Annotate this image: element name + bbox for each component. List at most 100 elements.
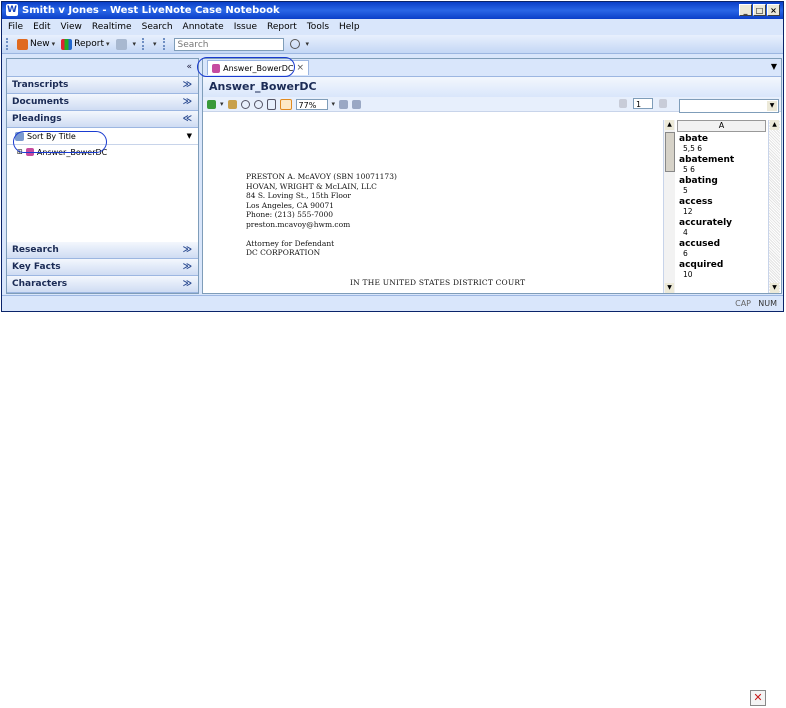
menu-report[interactable]: Report [267, 22, 297, 32]
list-item[interactable]: acquired 10 [677, 260, 766, 279]
close-window-button[interactable]: × [767, 4, 780, 16]
menu-issue[interactable]: Issue [234, 22, 257, 32]
menu-bar: File Edit View Realtime Search Annotate … [2, 19, 783, 35]
doc-line: 84 S. Loving St., 15th Floor [246, 191, 352, 200]
menu-realtime[interactable]: Realtime [92, 22, 132, 32]
section-documents[interactable]: Documents ≫ [7, 94, 198, 111]
search-icon[interactable] [289, 39, 300, 49]
report-icon [61, 38, 73, 50]
rotate-left-icon[interactable] [339, 99, 349, 109]
close-tab-icon[interactable]: × [296, 63, 304, 73]
index-term: abatement [679, 155, 735, 165]
section-label: Transcripts [12, 80, 69, 90]
index-term: abate [679, 134, 708, 144]
maximize-button[interactable]: □ [753, 4, 766, 16]
index-pages: 10 [683, 270, 693, 279]
settings-icon[interactable] [115, 38, 127, 50]
chevron-down-icon: ▾ [51, 40, 56, 48]
highlight-circle [197, 57, 295, 77]
rotate-right-icon[interactable] [352, 99, 362, 109]
section-research[interactable]: Research ≫ [7, 242, 198, 259]
previous-page-icon[interactable] [619, 99, 627, 108]
minimize-button[interactable]: _ [739, 4, 752, 16]
zoom-in-icon[interactable] [240, 99, 250, 109]
new-label: New [30, 39, 50, 49]
scroll-down-icon[interactable]: ▼ [665, 283, 674, 293]
index-pages: 6 [683, 249, 688, 258]
page-number-input[interactable]: 1 [633, 98, 653, 109]
word-index-list: A abate 5,5 6 abatement 5 6 abating 5 acces… [677, 120, 766, 293]
report-button[interactable]: Report ▾ [61, 38, 110, 50]
expand-icon: ≫ [182, 80, 192, 90]
status-bar: CAP NUM [2, 295, 783, 311]
scroll-thumb[interactable] [665, 132, 675, 172]
expand-icon: ≫ [182, 97, 192, 107]
next-page-icon[interactable] [659, 99, 667, 108]
doc-line: Attorney for Defendant [246, 238, 335, 248]
document-scrollbar[interactable]: ▲ ▼ [663, 120, 675, 293]
zoom-out-icon[interactable] [253, 99, 263, 109]
title-bar[interactable]: W Smith v Jones - West LiveNote Case Not… [2, 2, 783, 19]
attorney-block: PRESTON A. McAVOY (SBN 10071173) HOVAN, … [246, 172, 397, 258]
scroll-up-icon[interactable]: ▲ [665, 120, 674, 130]
caps-lock-indicator: CAP [735, 299, 751, 308]
menu-search[interactable]: Search [142, 22, 173, 32]
search-input[interactable]: Search [173, 37, 284, 51]
index-pages: 5 [683, 186, 688, 195]
chevron-down-icon[interactable]: ▾ [220, 100, 224, 108]
section-label: Documents [12, 97, 69, 107]
expand-icon: ≫ [182, 262, 192, 272]
new-button[interactable]: New ▾ [17, 38, 56, 50]
doc-line: Los Angeles, CA 90071 [246, 200, 335, 210]
word-index-filter[interactable]: ▼ [679, 99, 779, 113]
toolbar-grip[interactable] [6, 38, 11, 50]
menu-help[interactable]: Help [339, 22, 360, 32]
document-title: Answer_BowerDC [203, 77, 781, 97]
list-item[interactable]: abate 5,5 6 [677, 134, 766, 153]
chevron-down-icon[interactable]: ▾ [332, 100, 336, 108]
section-label: Key Facts [12, 262, 61, 272]
menu-view[interactable]: View [61, 22, 82, 32]
menu-edit[interactable]: Edit [33, 22, 50, 32]
menu-annotate[interactable]: Annotate [183, 22, 224, 32]
index-pages: 5,5 6 [683, 144, 703, 153]
index-pages: 4 [683, 228, 688, 237]
section-pleadings[interactable]: Pleadings ≪ [7, 111, 198, 128]
zoom-select[interactable]: 77% [295, 98, 328, 110]
close-icon[interactable]: ✕ [750, 690, 766, 706]
list-item[interactable]: access 12 [677, 197, 766, 216]
section-label: Pleadings [12, 114, 62, 124]
fit-height-icon[interactable] [266, 98, 276, 110]
toolbar-overflow-icon[interactable]: ▾ [133, 40, 137, 48]
list-item[interactable]: accurately 4 [677, 218, 766, 237]
toolbar-grip[interactable] [142, 38, 147, 50]
list-item[interactable]: abatement 5 6 [677, 155, 766, 174]
scroll-down-icon[interactable]: ▼ [770, 283, 779, 293]
app-window: W Smith v Jones - West LiveNote Case Not… [1, 1, 784, 312]
section-transcripts[interactable]: Transcripts ≫ [7, 77, 198, 94]
doc-line [246, 229, 397, 239]
chevron-down-icon[interactable]: ▾ [306, 40, 310, 48]
section-characters[interactable]: Characters ≫ [7, 276, 198, 293]
list-item[interactable]: abating 5 [677, 176, 766, 195]
expand-icon: ≫ [182, 245, 192, 255]
collapse-pane-icon[interactable]: « [186, 62, 192, 72]
menu-tools[interactable]: Tools [307, 22, 329, 32]
index-pages: 12 [683, 207, 693, 216]
word-index-scrollbar[interactable]: ▲ ▼ [768, 120, 780, 293]
fit-width-icon[interactable] [279, 98, 292, 110]
list-item[interactable]: accused 6 [677, 239, 766, 258]
add-annotation-icon[interactable] [207, 99, 216, 109]
section-key-facts[interactable]: Key Facts ≫ [7, 259, 198, 276]
properties-icon[interactable] [227, 99, 237, 109]
index-term: accused [679, 239, 721, 249]
report-label: Report [74, 39, 104, 49]
chevron-down-icon: ▾ [106, 40, 110, 48]
menu-file[interactable]: File [8, 22, 23, 32]
document-page: PRESTON A. McAVOY (SBN 10071173) HOVAN, … [205, 120, 660, 293]
toolbar-overflow-icon[interactable]: ▾ [153, 40, 157, 48]
highlight-circle [13, 131, 107, 153]
tab-list-dropdown[interactable]: ▼ [771, 62, 777, 71]
scroll-up-icon[interactable]: ▲ [770, 120, 779, 130]
toolbar-grip[interactable] [162, 38, 168, 50]
